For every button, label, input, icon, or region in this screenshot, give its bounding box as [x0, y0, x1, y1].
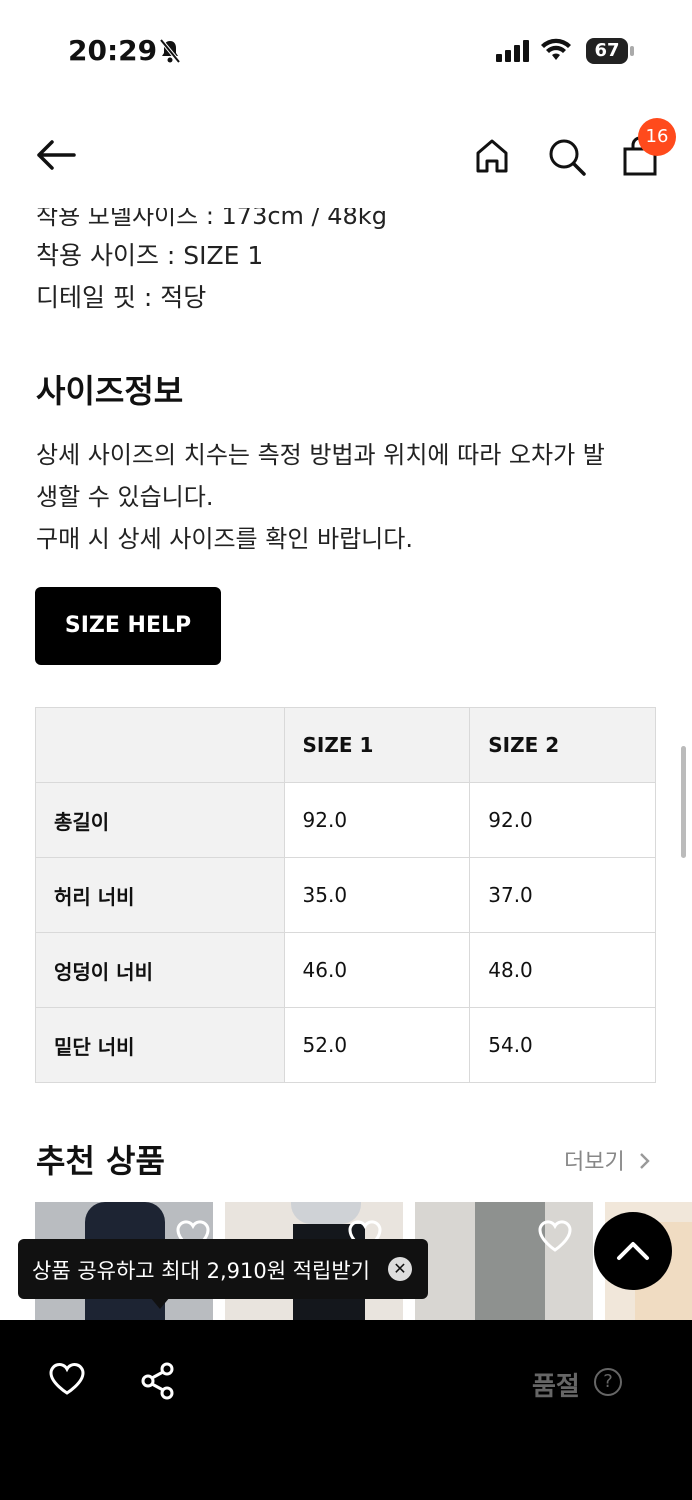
size-table-header-cell: SIZE 1 [283, 707, 471, 783]
search-icon[interactable] [546, 136, 588, 182]
tooltip-tail [150, 1297, 170, 1309]
size-info-description-line: 상세 사이즈의 치수는 측정 방법과 위치에 따라 오차가 발 [36, 441, 605, 469]
product-image [475, 1202, 545, 1332]
size-table-cell: 92.0 [283, 782, 471, 858]
wear-size-text: 착용 사이즈 : SIZE 1 [36, 241, 264, 270]
scrollbar[interactable] [681, 746, 686, 858]
size-table-cell: 35.0 [283, 857, 471, 933]
scroll-to-top-button[interactable] [594, 1212, 672, 1290]
size-help-button[interactable]: SIZE HELP [35, 587, 221, 665]
share-reward-tooltip: 상품 공유하고 최대 2,910원 적립받기 ✕ [18, 1239, 428, 1309]
more-link-label: 더보기 [564, 1150, 625, 1175]
size-table-row-label: 엉덩이 너비 [35, 932, 285, 1008]
size-table-cell: 54.0 [469, 1007, 656, 1083]
wifi-icon [540, 38, 572, 66]
back-arrow-icon[interactable] [34, 138, 78, 176]
cart-count-badge: 16 [638, 118, 676, 156]
detail-fit-text: 디테일 핏 : 적당 [36, 283, 207, 312]
heart-outline-icon[interactable] [537, 1220, 573, 1256]
size-table-row-label: 허리 너비 [35, 857, 285, 933]
cellular-signal-icon [496, 40, 530, 66]
table-row: 엉덩이 너비 46.0 48.0 [35, 932, 656, 1008]
product-thumbnail[interactable] [415, 1202, 593, 1332]
status-bar: 20:29 67 [0, 0, 692, 100]
size-table-header-row: SIZE 1 SIZE 2 [35, 707, 656, 783]
bell-muted-icon [158, 38, 182, 68]
table-row: 밑단 너비 52.0 54.0 [35, 1007, 656, 1083]
table-row: 총길이 92.0 92.0 [35, 782, 656, 858]
size-table: SIZE 1 SIZE 2 총길이 92.0 92.0 허리 너비 35.0 3… [35, 707, 656, 1083]
chevron-right-icon [632, 1150, 652, 1175]
size-table-cell: 52.0 [283, 1007, 471, 1083]
battery-indicator: 67 [586, 38, 628, 64]
size-info-title: 사이즈정보 [36, 372, 184, 410]
size-info-description-line: 생할 수 있습니다. [36, 483, 214, 511]
help-question-icon[interactable]: ? [594, 1368, 622, 1396]
sold-out-label: 품절 [532, 1372, 580, 1402]
size-table-header-cell: SIZE 2 [469, 707, 656, 783]
battery-tip [630, 46, 634, 56]
size-table-cell: 48.0 [469, 932, 656, 1008]
size-info-description-line: 구매 시 상세 사이즈를 확인 바랍니다. [36, 525, 413, 553]
size-table-cell: 46.0 [283, 932, 471, 1008]
size-table-row-label: 총길이 [35, 782, 285, 858]
size-table-row-label: 밑단 너비 [35, 1007, 285, 1083]
top-nav-bar: 16 [0, 110, 692, 200]
home-icon[interactable] [472, 136, 512, 180]
model-size-text-partial: 착용 모델사이즈 : 173cm / 48kg [36, 202, 387, 230]
like-heart-icon[interactable] [48, 1362, 86, 1400]
size-info-description: 상세 사이즈의 치수는 측정 방법과 위치에 따라 오차가 발 생할 수 있습니… [36, 434, 666, 560]
table-row: 허리 너비 35.0 37.0 [35, 857, 656, 933]
chevron-up-icon [594, 1242, 672, 1294]
bottom-action-bar: 품절 ? [0, 1320, 692, 1500]
close-icon[interactable]: ✕ [388, 1257, 412, 1281]
recommended-title: 추천 상품 [36, 1142, 165, 1180]
share-icon[interactable] [140, 1362, 176, 1404]
size-table-cell: 37.0 [469, 857, 656, 933]
size-table-cell: 92.0 [469, 782, 656, 858]
size-table-header-cell [35, 707, 285, 783]
share-reward-tooltip-text: 상품 공유하고 최대 2,910원 적립받기 [32, 1259, 370, 1283]
more-link[interactable]: 더보기 [564, 1144, 652, 1176]
status-time: 20:29 [68, 34, 158, 67]
